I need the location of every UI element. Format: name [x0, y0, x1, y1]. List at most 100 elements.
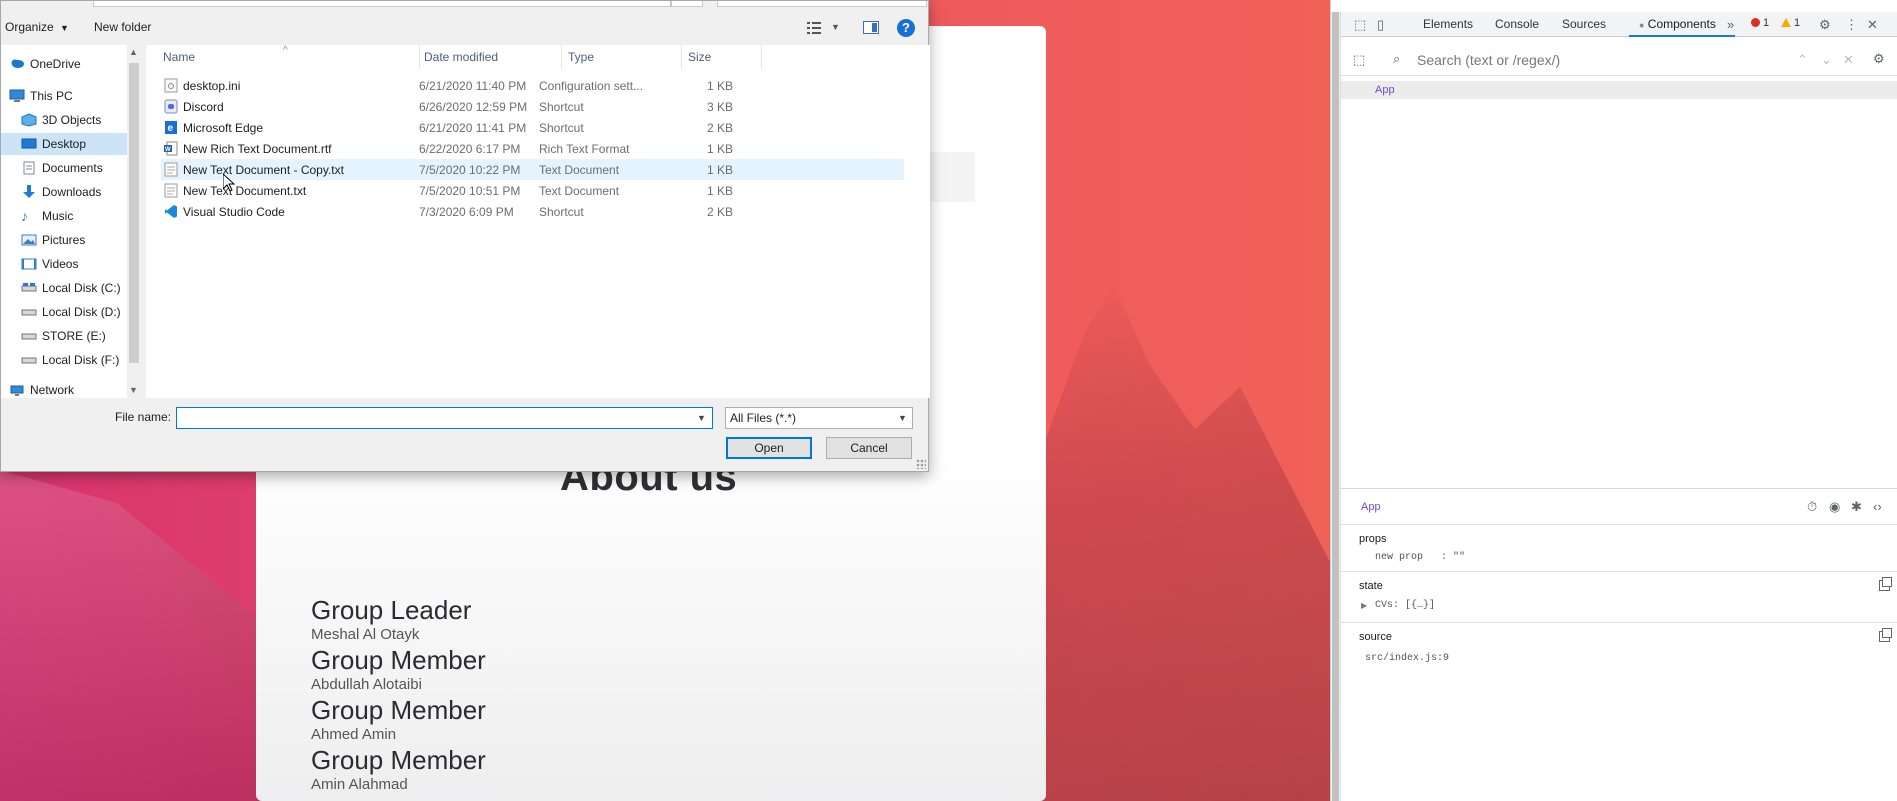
- column-name[interactable]: Name: [163, 50, 195, 64]
- settings-gear-icon[interactable]: ⚙: [1819, 17, 1831, 33]
- nav-item-local-disk-f[interactable]: Local Disk (F:): [1, 349, 127, 371]
- nav-label: Pictures: [42, 233, 86, 247]
- bug-icon[interactable]: ✱: [1851, 499, 1862, 515]
- help-icon[interactable]: ?: [897, 19, 915, 37]
- card-decoration: [930, 152, 975, 202]
- nav-item-store-e[interactable]: STORE (E:): [1, 325, 127, 347]
- chevron-down-icon[interactable]: ▼: [697, 413, 706, 423]
- nav-label: Network: [30, 383, 75, 397]
- file-size: 1 KB: [706, 79, 733, 93]
- address-field[interactable]: [93, 1, 671, 7]
- tab-elements[interactable]: Elements: [1423, 17, 1473, 31]
- file-name: New Text Document.txt: [183, 184, 307, 198]
- view-source-icon[interactable]: ‹›: [1873, 499, 1882, 514]
- error-count-badge[interactable]: 1: [1751, 17, 1769, 29]
- more-options-icon[interactable]: ⋮: [1845, 17, 1858, 33]
- inspect-element-icon[interactable]: ⬚: [1354, 17, 1366, 33]
- component-detail-header: App ⏱ ◉ ✱ ‹›: [1341, 489, 1897, 525]
- component-search-input[interactable]: [1417, 50, 1777, 70]
- column-size[interactable]: Size: [688, 50, 711, 64]
- props-section: props new prop : "": [1341, 525, 1897, 572]
- nav-scrollbar[interactable]: ▲ ▼: [127, 45, 141, 398]
- eye-icon[interactable]: ◉: [1829, 499, 1840, 515]
- component-tree-row[interactable]: App: [1341, 81, 1897, 99]
- nav-item-music[interactable]: ♪ Music: [1, 205, 127, 227]
- file-type-filter[interactable]: All Files (*.*): [725, 407, 913, 429]
- search-field[interactable]: [717, 1, 927, 7]
- nav-item-downloads[interactable]: Downloads: [1, 181, 127, 203]
- view-options-icon[interactable]: [807, 22, 821, 34]
- open-button[interactable]: Open: [726, 437, 812, 459]
- file-list: ^ Name Date modified Type Size desktop.i…: [146, 45, 930, 398]
- select-component-icon[interactable]: ⬚: [1353, 52, 1365, 68]
- member-name: Amin Alahmad: [311, 776, 408, 793]
- nav-item-network[interactable]: Network: [1, 381, 127, 399]
- prop-line[interactable]: new prop : "": [1375, 552, 1465, 563]
- computer-icon: [9, 89, 25, 103]
- close-devtools-icon[interactable]: ✕: [1867, 17, 1878, 33]
- file-name: Microsoft Edge: [183, 121, 264, 135]
- nav-item-pictures[interactable]: Pictures: [1, 229, 127, 251]
- cloud-icon: [9, 57, 25, 71]
- device-toolbar-icon[interactable]: ▯: [1377, 17, 1384, 33]
- more-tabs-icon[interactable]: »: [1727, 17, 1734, 32]
- scroll-down-icon[interactable]: ▼: [129, 385, 138, 395]
- file-name-input[interactable]: [176, 407, 713, 429]
- file-row[interactable]: desktop.ini 6/21/2020 11:40 PM Configura…: [161, 75, 904, 96]
- column-separator[interactable]: [561, 45, 562, 69]
- next-result-icon[interactable]: ⌄: [1821, 52, 1832, 68]
- tab-sources[interactable]: Sources: [1562, 17, 1606, 31]
- resize-grip-icon[interactable]: [916, 459, 926, 469]
- settings-gear-icon[interactable]: ⚙: [1873, 51, 1885, 67]
- nav-item-onedrive[interactable]: OneDrive: [1, 53, 127, 75]
- mountain-right-image: [1030, 285, 1330, 801]
- expand-arrow-icon[interactable]: ▶: [1361, 601, 1367, 610]
- column-type[interactable]: Type: [568, 50, 594, 64]
- column-date-modified[interactable]: Date modified: [424, 50, 498, 64]
- file-name: Discord: [183, 100, 224, 114]
- refresh-button[interactable]: [671, 1, 703, 7]
- view-dropdown-icon[interactable]: ▼: [831, 22, 840, 32]
- member-name: Ahmed Amin: [311, 726, 397, 743]
- nav-scroll-thumb[interactable]: [129, 63, 139, 363]
- previous-result-icon[interactable]: ⌃: [1797, 52, 1808, 68]
- nav-item-local-disk-c[interactable]: Local Disk (C:): [1, 277, 127, 299]
- column-separator[interactable]: [419, 45, 420, 69]
- nav-item-this-pc[interactable]: This PC: [1, 85, 127, 107]
- new-folder-button[interactable]: New folder: [94, 20, 151, 34]
- component-search-row: ⬚ ⌕ ⌃ ⌄ ✕ ⚙: [1341, 44, 1897, 76]
- copy-icon[interactable]: [1879, 577, 1892, 591]
- state-line[interactable]: CVs: [{…}]: [1375, 600, 1435, 611]
- page-scrollbar[interactable]: [1331, 12, 1341, 801]
- chevron-down-icon[interactable]: ▼: [898, 413, 907, 423]
- nav-item-desktop[interactable]: Desktop: [1, 133, 127, 155]
- page-scroll-thumb[interactable]: [1332, 12, 1339, 801]
- column-separator[interactable]: [761, 45, 762, 69]
- copy-icon[interactable]: [1879, 628, 1892, 642]
- file-row[interactable]: Visual Studio Code 7/3/2020 6:09 PM Shor…: [161, 201, 904, 222]
- file-row[interactable]: New Text Document - Copy.txt 7/5/2020 10…: [161, 159, 904, 180]
- edge-icon: e: [165, 121, 177, 134]
- file-row[interactable]: Discord 6/26/2020 12:59 PM Shortcut 3 KB: [161, 96, 904, 117]
- nav-item-documents[interactable]: Documents: [1, 157, 127, 179]
- nav-item-local-disk-d[interactable]: Local Disk (D:): [1, 301, 127, 323]
- tab-console[interactable]: Console: [1495, 17, 1539, 31]
- download-icon: [21, 185, 37, 199]
- timer-icon[interactable]: ⏱: [1807, 499, 1817, 515]
- nav-item-3d-objects[interactable]: 3D Objects: [1, 109, 127, 131]
- tab-components[interactable]: ● Components: [1639, 17, 1716, 31]
- scroll-up-icon[interactable]: ▲: [129, 47, 138, 57]
- cancel-button[interactable]: Cancel: [826, 437, 912, 459]
- preview-pane-icon[interactable]: [863, 21, 879, 34]
- source-link[interactable]: src/index.js:9: [1365, 653, 1449, 664]
- nav-item-videos[interactable]: Videos: [1, 253, 127, 275]
- warning-icon: [1781, 18, 1791, 27]
- clear-search-icon[interactable]: ✕: [1843, 52, 1854, 68]
- warning-count-badge[interactable]: 1: [1781, 17, 1800, 29]
- file-row[interactable]: New Text Document.txt 7/5/2020 10:51 PM …: [161, 180, 904, 201]
- file-row[interactable]: e Microsoft Edge 6/21/2020 11:41 PM Shor…: [161, 117, 904, 138]
- file-row[interactable]: W New Rich Text Document.rtf 6/22/2020 6…: [161, 138, 904, 159]
- nav-label: STORE (E:): [42, 329, 106, 343]
- column-separator[interactable]: [681, 45, 682, 69]
- organize-button[interactable]: Organize ▼: [5, 20, 69, 34]
